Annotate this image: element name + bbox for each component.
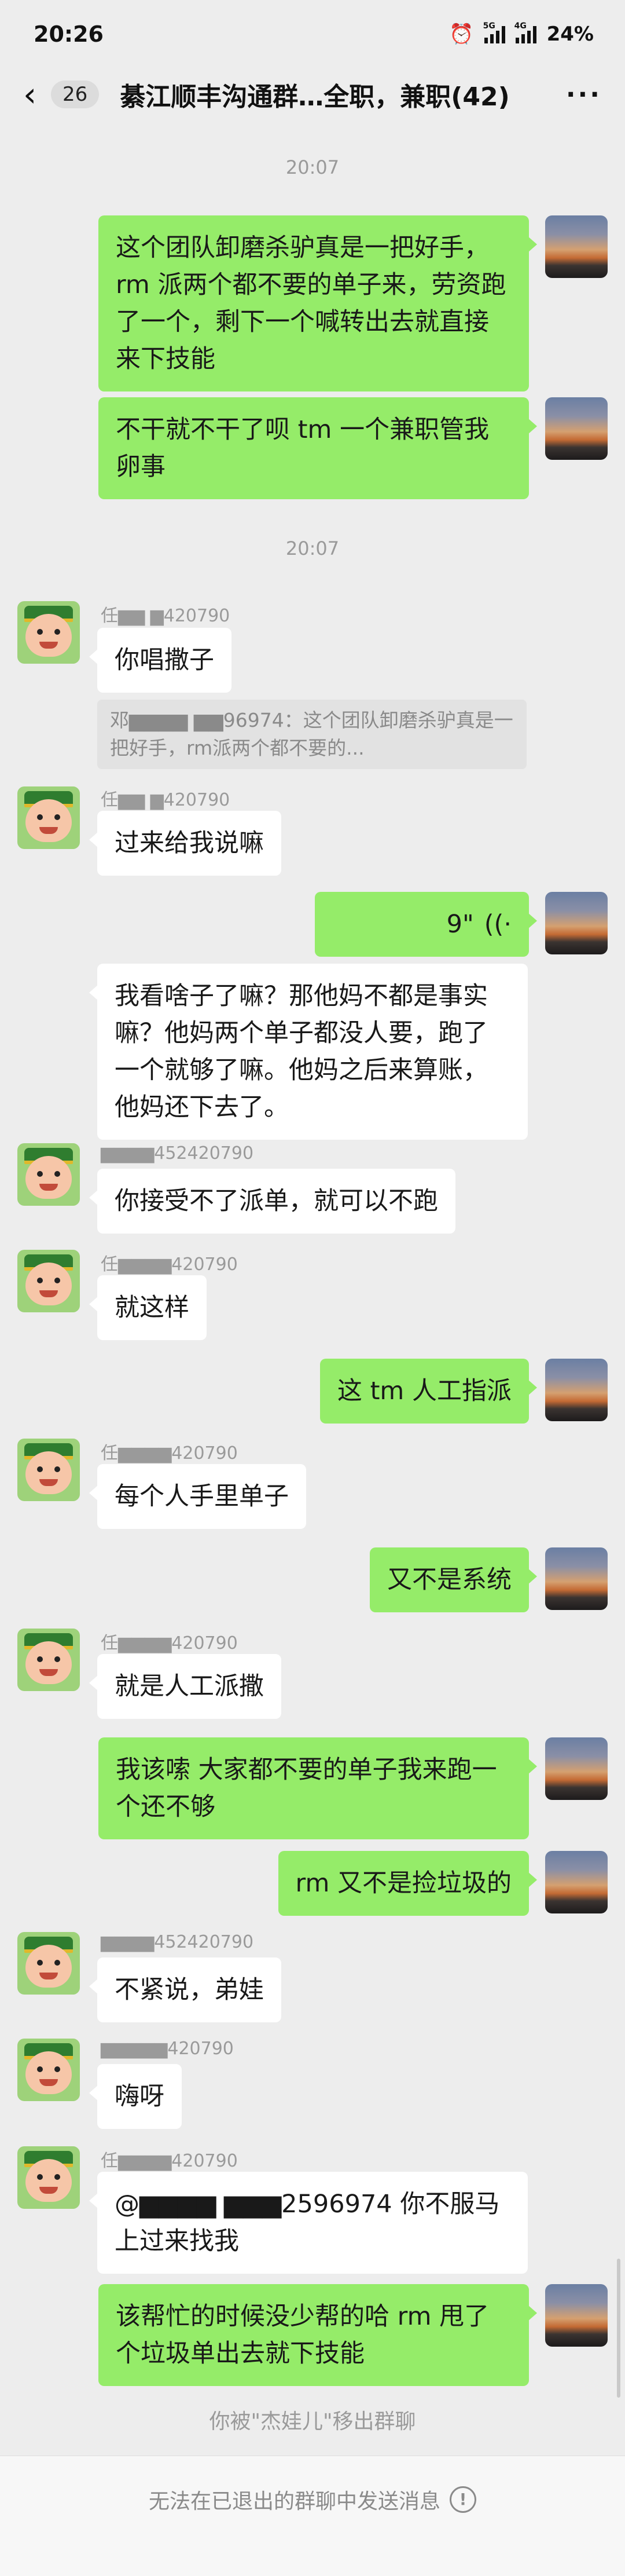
back-icon[interactable]: ‹ bbox=[23, 78, 49, 111]
message-bubble-outgoing[interactable]: 不干就不干了呗 tm 一个兼职管我卵事 bbox=[98, 397, 537, 499]
my-avatar[interactable] bbox=[545, 397, 608, 460]
message-bubble-incoming[interactable]: 过来给我说嘛 bbox=[89, 811, 281, 876]
message-bubble-incoming[interactable]: 你接受不了派单，就可以不跑 bbox=[89, 1169, 455, 1234]
member-avatar[interactable] bbox=[17, 1932, 80, 1995]
quoted-message[interactable]: 邓▆▆▆▆ ▆▆96974：这个团队卸磨杀驴真是一把好手，rm派两个都不要的..… bbox=[97, 700, 527, 769]
my-avatar[interactable] bbox=[545, 215, 608, 278]
member-avatar[interactable] bbox=[17, 1143, 80, 1206]
sender-name: 任▆▆▆▆420790 bbox=[101, 1633, 238, 1653]
input-disabled-bar: 无法在已退出的群聊中发送消息 ! bbox=[0, 2456, 625, 2542]
message-bubble-outgoing[interactable]: 这个团队卸磨杀驴真是一把好手，rm 派两个都不要的单子来，劳资跑了一个，剩下一个… bbox=[98, 215, 537, 391]
system-notice: 你被"杰娃儿"移出群聊 bbox=[209, 2410, 416, 2434]
sender-name: 任▆▆ ▆420790 bbox=[101, 790, 230, 810]
member-avatar[interactable] bbox=[17, 601, 80, 664]
voice-duration: 9" bbox=[446, 910, 474, 939]
message-bubble-incoming[interactable]: @▆▆▆▆ ▆▆▆2596974 你不服马上过来找我 bbox=[89, 2172, 528, 2274]
message-bubble-outgoing[interactable]: 这 tm 人工指派 bbox=[319, 1359, 538, 1424]
message-bubble-outgoing[interactable]: rm 又不是捡垃圾的 bbox=[278, 1851, 538, 1916]
sender-name: ▆▆▆▆▆420790 bbox=[101, 2039, 234, 2059]
message-bubble-outgoing[interactable]: 我该嗦 大家都不要的单子我来跑一个还不够 bbox=[98, 1737, 537, 1839]
sender-name: 任▆▆ ▆420790 bbox=[101, 606, 230, 626]
home-indicator-area bbox=[0, 2542, 625, 2576]
sender-name: 任▆▆▆▆420790 bbox=[101, 2151, 238, 2171]
status-time: 20:26 bbox=[34, 21, 104, 47]
status-icons: ⏰ 5G 4G 24% bbox=[449, 21, 594, 46]
my-avatar[interactable] bbox=[545, 1851, 608, 1913]
battery-level: 24% bbox=[546, 23, 594, 46]
member-avatar[interactable] bbox=[17, 2039, 80, 2101]
voice-message-bubble[interactable]: 9" ((· bbox=[315, 892, 537, 957]
status-bar: 20:26 ⏰ 5G 4G 24% bbox=[0, 0, 625, 68]
message-bubble-outgoing[interactable]: 又不是系统 bbox=[370, 1547, 537, 1612]
my-avatar[interactable] bbox=[545, 892, 608, 954]
member-avatar[interactable] bbox=[17, 786, 80, 849]
message-bubble-incoming[interactable]: 就是人工派撒 bbox=[89, 1654, 281, 1719]
my-avatar[interactable] bbox=[545, 1547, 608, 1610]
member-avatar[interactable] bbox=[17, 1629, 80, 1691]
timestamp: 20:07 bbox=[285, 537, 340, 559]
signal-5g-icon: 5G bbox=[483, 21, 505, 43]
my-avatar[interactable] bbox=[545, 1737, 608, 1800]
sender-name: ▆▆▆▆452420790 bbox=[101, 1143, 254, 1163]
alarm-icon: ⏰ bbox=[449, 23, 474, 46]
member-avatar[interactable] bbox=[17, 1250, 80, 1312]
voice-wave-icon: ((· bbox=[484, 910, 512, 939]
timestamp: 20:07 bbox=[285, 156, 340, 178]
member-avatar[interactable] bbox=[17, 2146, 80, 2209]
more-options-icon[interactable]: ··· bbox=[566, 80, 602, 109]
message-bubble-incoming[interactable]: 每个人手里单子 bbox=[89, 1464, 306, 1529]
message-bubble-outgoing[interactable]: 该帮忙的时候没少帮的哈 rm 甩了个垃圾单出去就下技能 bbox=[98, 2284, 537, 2386]
sender-name: 任▆▆▆▆420790 bbox=[101, 1443, 238, 1463]
unread-count-badge[interactable]: 26 bbox=[51, 80, 100, 108]
my-avatar[interactable] bbox=[545, 2284, 608, 2347]
message-bubble-incoming[interactable]: 我看啥子了嘛？那他妈不都是事实嘛？他妈两个单子都没人要，跑了一个就够了嘛。他妈之… bbox=[89, 964, 528, 1140]
signal-4g-icon: 4G bbox=[514, 21, 536, 43]
info-icon[interactable]: ! bbox=[450, 2486, 476, 2513]
sender-name: ▆▆▆▆452420790 bbox=[101, 1932, 254, 1952]
message-bubble-incoming[interactable]: 不紧说，弟娃 bbox=[89, 1957, 281, 2022]
message-bubble-incoming[interactable]: 嗨呀 bbox=[89, 2064, 182, 2129]
message-bubble-incoming[interactable]: 就这样 bbox=[89, 1275, 207, 1340]
scrollbar[interactable] bbox=[617, 2259, 620, 2398]
disabled-notice-text: 无法在已退出的群聊中发送消息 bbox=[148, 2489, 440, 2513]
member-avatar[interactable] bbox=[17, 1439, 80, 1501]
message-bubble-incoming[interactable]: 你唱撒子 bbox=[89, 628, 231, 693]
sender-name: 任▆▆▆▆420790 bbox=[101, 1254, 238, 1275]
chat-header: ‹ 26 綦江顺丰沟通群…全职，兼职(42) ··· bbox=[0, 68, 625, 120]
my-avatar[interactable] bbox=[545, 1359, 608, 1421]
chat-title: 綦江顺丰沟通群…全职，兼职(42) bbox=[120, 82, 510, 112]
